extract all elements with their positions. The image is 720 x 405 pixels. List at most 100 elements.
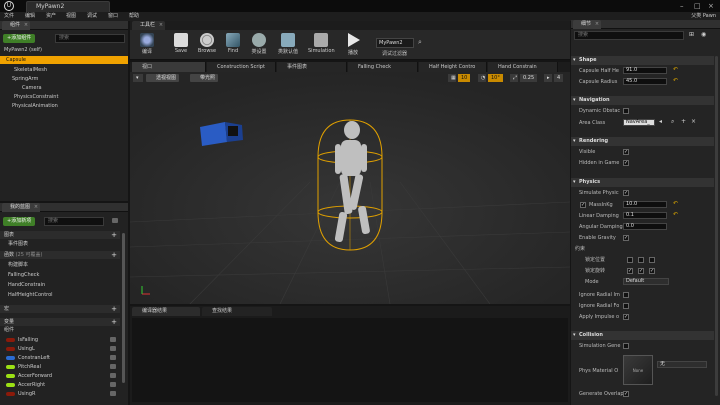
tab-event-graph[interactable]: 事件图表: [277, 62, 347, 72]
graph-item-event-graph[interactable]: 事件图表: [8, 240, 28, 248]
camera-speed-icon[interactable]: ▸: [544, 74, 552, 82]
property-matrix-icon[interactable]: ⊞: [689, 31, 694, 38]
visibility-eye-icon[interactable]: [110, 373, 116, 378]
lock-position-x[interactable]: [627, 257, 633, 263]
variable-item[interactable]: IsFalling: [6, 336, 120, 344]
variable-item[interactable]: AccerRight: [6, 381, 120, 389]
variables-components-category[interactable]: 组件: [4, 326, 14, 334]
clear-icon[interactable]: ×: [691, 118, 696, 125]
components-tab[interactable]: 组件 ×: [2, 21, 31, 30]
minimize-icon[interactable]: –: [680, 1, 684, 11]
browse-arrow-icon[interactable]: ◂: [659, 118, 662, 125]
tab-construction-script[interactable]: Construction Script: [207, 62, 276, 72]
tab-compiler-results[interactable]: 编译器结果: [132, 307, 200, 316]
maximize-icon[interactable]: □: [694, 1, 701, 11]
save-button[interactable]: Save: [168, 32, 194, 58]
document-tab[interactable]: MyPawn2: [26, 1, 110, 12]
tab-falling-check[interactable]: Falling Check: [348, 62, 418, 72]
details-tab[interactable]: 细节 ×: [573, 20, 602, 29]
visibility-eye-icon[interactable]: [110, 391, 116, 396]
dynamic-obstacle-checkbox[interactable]: [623, 108, 629, 114]
find-button[interactable]: Find: [220, 32, 246, 58]
radius-input[interactable]: 45.0: [623, 78, 667, 85]
play-button[interactable]: 播放: [340, 32, 366, 58]
lock-rotation-y[interactable]: ✓: [638, 268, 644, 274]
section-navigation[interactable]: Navigation: [571, 96, 714, 105]
scale-snap-value[interactable]: 0.25: [520, 74, 538, 82]
compile-button[interactable]: 编译: [134, 32, 160, 58]
tree-item-springarm[interactable]: SpringArm: [12, 75, 38, 83]
grid-snap-value[interactable]: 10: [458, 74, 471, 82]
tab-half-height-control[interactable]: Half Height Contro: [419, 62, 487, 72]
viewport-options-icon[interactable]: ▾: [133, 74, 143, 82]
generate-overlap-checkbox[interactable]: ✓: [623, 391, 629, 397]
perspective-button[interactable]: 透视视图: [146, 74, 180, 82]
visibility-eye-icon[interactable]: [110, 355, 116, 360]
phys-material-thumbnail[interactable]: None: [623, 355, 653, 385]
debug-object-select[interactable]: MyPawn2: [376, 38, 414, 48]
section-macros[interactable]: 宏 +: [0, 305, 120, 313]
linear-damping-input[interactable]: 0.1: [623, 212, 667, 219]
simulation-generates-checkbox[interactable]: [623, 343, 629, 349]
half-height-input[interactable]: 91.0: [623, 67, 667, 74]
menu-edit[interactable]: 编辑: [25, 12, 35, 21]
mass-override-checkbox[interactable]: ✓: [580, 202, 586, 208]
apply-impulse-checkbox[interactable]: ✓: [623, 314, 629, 320]
variable-item[interactable]: ConstranLeft: [6, 354, 120, 362]
mass-input[interactable]: 10.0: [623, 201, 667, 208]
class-settings-button[interactable]: 类设置: [246, 32, 272, 58]
variable-item[interactable]: UsingL: [6, 345, 120, 353]
section-graphs[interactable]: 图表 +: [0, 231, 120, 239]
variable-item[interactable]: PitchReal: [6, 363, 120, 371]
tree-item-camera[interactable]: Camera: [22, 84, 42, 92]
tree-item-self[interactable]: MyPawn2 (self): [4, 46, 126, 54]
reset-icon[interactable]: ↶: [673, 66, 678, 73]
mybp-search-input[interactable]: 搜索: [44, 217, 104, 226]
toolbar-tab[interactable]: 工具栏 ×: [132, 21, 166, 30]
lit-button[interactable]: 带光照: [190, 74, 219, 82]
simulation-button[interactable]: Simulation: [308, 32, 335, 58]
debug-search-icon[interactable]: ⌕: [418, 38, 422, 47]
menu-file[interactable]: 文件: [4, 12, 14, 21]
section-rendering[interactable]: Rendering: [571, 137, 714, 146]
tab-find-results[interactable]: 查找结果: [202, 307, 272, 316]
visibility-eye-icon[interactable]: ◉: [701, 31, 706, 38]
ignore-radial-force-checkbox[interactable]: [623, 303, 629, 309]
my-blueprint-tab[interactable]: 我的蓝图 ×: [2, 203, 41, 212]
function-item[interactable]: 构建脚本: [8, 261, 28, 269]
details-scrollbar[interactable]: [715, 56, 718, 396]
browse-button[interactable]: Browse: [194, 32, 220, 58]
viewport[interactable]: ▾ 透视视图 带光照 ▦ 10 ◔ 10° ⤢ 0.25 ▸ 4: [130, 72, 570, 304]
visibility-eye-icon[interactable]: [110, 364, 116, 369]
enable-gravity-checkbox[interactable]: ✓: [623, 235, 629, 241]
menu-asset[interactable]: 资产: [46, 12, 56, 21]
reset-icon[interactable]: ↶: [673, 200, 678, 207]
components-search-input[interactable]: 搜索: [55, 34, 125, 43]
section-functions[interactable]: 函数 (25 可覆盖) +: [0, 251, 120, 259]
section-shape[interactable]: Shape: [571, 56, 714, 65]
function-item[interactable]: HalfHeightControl: [8, 291, 53, 299]
tab-hand-constrain[interactable]: Hand Constrain: [488, 62, 558, 72]
variable-item[interactable]: AccerForward: [6, 372, 120, 380]
rotation-snap-icon[interactable]: ◔: [478, 74, 486, 82]
visibility-eye-icon[interactable]: [110, 346, 116, 351]
simulate-physics-checkbox[interactable]: ✓: [623, 190, 629, 196]
add-component-button[interactable]: +添加组件: [3, 34, 36, 43]
area-class-select[interactable]: NavArea_: [623, 119, 655, 126]
hidden-in-game-checkbox[interactable]: ✓: [623, 160, 629, 166]
grid-snap-icon[interactable]: ▦: [448, 74, 456, 82]
camera-speed-value[interactable]: 4: [554, 74, 564, 82]
variable-item[interactable]: UsingR: [6, 390, 120, 398]
visibility-eye-icon[interactable]: [110, 337, 116, 342]
section-collision[interactable]: Collision: [571, 331, 714, 340]
lock-rotation-x[interactable]: ✓: [627, 268, 633, 274]
tree-item-skeletalmesh[interactable]: SkeletalMesh: [14, 66, 47, 74]
menu-debug[interactable]: 调试: [87, 12, 97, 21]
function-item[interactable]: HandConstrain: [8, 281, 45, 289]
visibility-eye-icon[interactable]: [110, 382, 116, 387]
tree-item-physicalanimation[interactable]: PhysicalAnimation: [12, 102, 58, 110]
view-options-icon[interactable]: [112, 218, 118, 223]
lock-position-y[interactable]: [638, 257, 644, 263]
tree-item-capsule[interactable]: Capsule: [0, 56, 128, 64]
reset-icon[interactable]: ↶: [673, 77, 678, 84]
